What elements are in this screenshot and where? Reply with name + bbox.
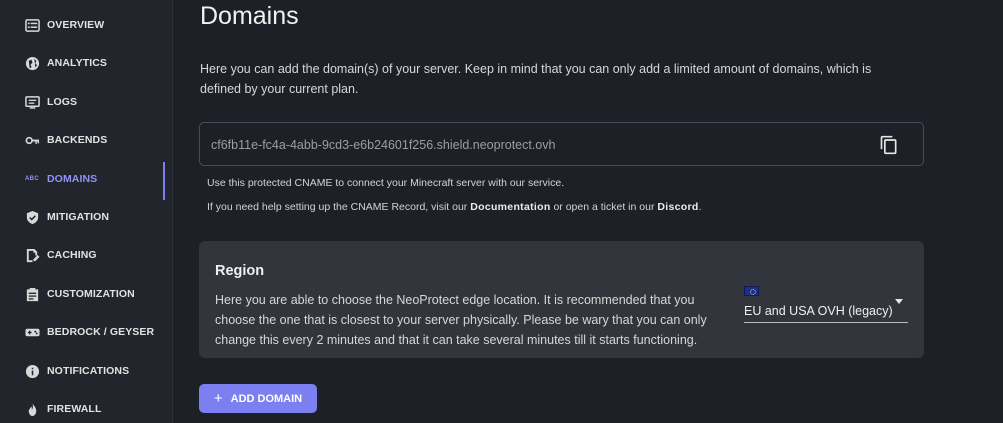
active-indicator	[163, 162, 165, 200]
discord-link[interactable]: Discord	[657, 201, 698, 213]
sidebar-item-label: OVERVIEW	[47, 19, 105, 31]
sidebar-item-domains[interactable]: ABC DOMAINS	[0, 160, 173, 198]
info-icon	[24, 363, 40, 379]
documentation-link[interactable]: Documentation	[470, 201, 550, 213]
abc-icon: ABC	[25, 176, 39, 182]
logs-icon	[24, 94, 40, 110]
list-icon	[24, 17, 40, 33]
cname-field[interactable]: cf6fb11e-fc4a-4abb-9cd3-e6b24601f256.shi…	[199, 122, 924, 166]
sidebar-item-caching[interactable]: CACHING	[0, 236, 173, 274]
sidebar-item-mitigation[interactable]: MITIGATION	[0, 198, 173, 236]
sidebar-item-logs[interactable]: LOGS	[0, 83, 173, 121]
region-card: Region Here you are able to choose the N…	[199, 241, 924, 358]
sidebar-item-label: DOMAINS	[47, 173, 98, 185]
sidebar-item-notifications[interactable]: NOTIFICATIONS	[0, 352, 173, 390]
sidebar-item-customization[interactable]: CUSTOMIZATION	[0, 275, 173, 313]
sidebar-item-overview[interactable]: OVERVIEW	[0, 6, 173, 44]
sidebar-item-label: LOGS	[47, 96, 78, 108]
sidebar: OVERVIEW ANALYTICS LOGS BACKENDS ABC DOM…	[0, 0, 173, 423]
sidebar-item-label: CACHING	[47, 249, 97, 261]
sidebar-item-label: ANALYTICS	[47, 57, 108, 69]
main-content: Domains Here you can add the domain(s) o…	[174, 0, 1003, 423]
eu-flag-icon	[744, 286, 759, 296]
fire-icon	[24, 401, 40, 417]
sidebar-item-label: BACKENDS	[47, 134, 108, 146]
region-select[interactable]: EU and USA OVH (legacy)	[744, 286, 908, 323]
sidebar-item-analytics[interactable]: ANALYTICS	[0, 44, 173, 82]
region-title: Region	[215, 263, 265, 279]
sidebar-item-label: FIREWALL	[47, 403, 102, 415]
sidebar-item-label: NOTIFICATIONS	[47, 365, 130, 377]
chevron-down-icon[interactable]	[895, 299, 903, 304]
shield-icon	[24, 209, 40, 225]
add-domain-label: ADD DOMAIN	[230, 392, 303, 405]
plus-icon: +	[213, 390, 223, 407]
sidebar-item-label: CUSTOMIZATION	[47, 288, 135, 300]
sidebar-item-bedrock-geyser[interactable]: BEDROCK / GEYSER	[0, 313, 173, 351]
help-hint: If you need help setting up the CNAME Re…	[207, 201, 702, 213]
gamepad-icon	[24, 324, 40, 340]
sidebar-item-firewall[interactable]: FIREWALL	[0, 390, 173, 423]
copy-icon[interactable]	[879, 135, 899, 155]
sidebar-item-backends[interactable]: BACKENDS	[0, 121, 173, 159]
page-description: Here you can add the domain(s) of your s…	[200, 62, 872, 96]
globe-icon	[24, 55, 40, 71]
region-description: Here you are able to choose the NeoProte…	[215, 293, 707, 347]
clipboard-icon	[24, 286, 40, 302]
add-domain-button[interactable]: + ADD DOMAIN	[199, 384, 317, 413]
cache-edit-icon	[24, 247, 40, 263]
region-selected-value: EU and USA OVH (legacy)	[744, 304, 893, 318]
cname-hint: Use this protected CNAME to connect your…	[207, 177, 565, 189]
key-icon	[24, 132, 40, 148]
sidebar-item-label: MITIGATION	[47, 211, 110, 223]
page-title: Domains	[200, 2, 299, 30]
cname-value[interactable]: cf6fb11e-fc4a-4abb-9cd3-e6b24601f256.shi…	[211, 138, 555, 152]
sidebar-item-label: BEDROCK / GEYSER	[47, 326, 155, 338]
